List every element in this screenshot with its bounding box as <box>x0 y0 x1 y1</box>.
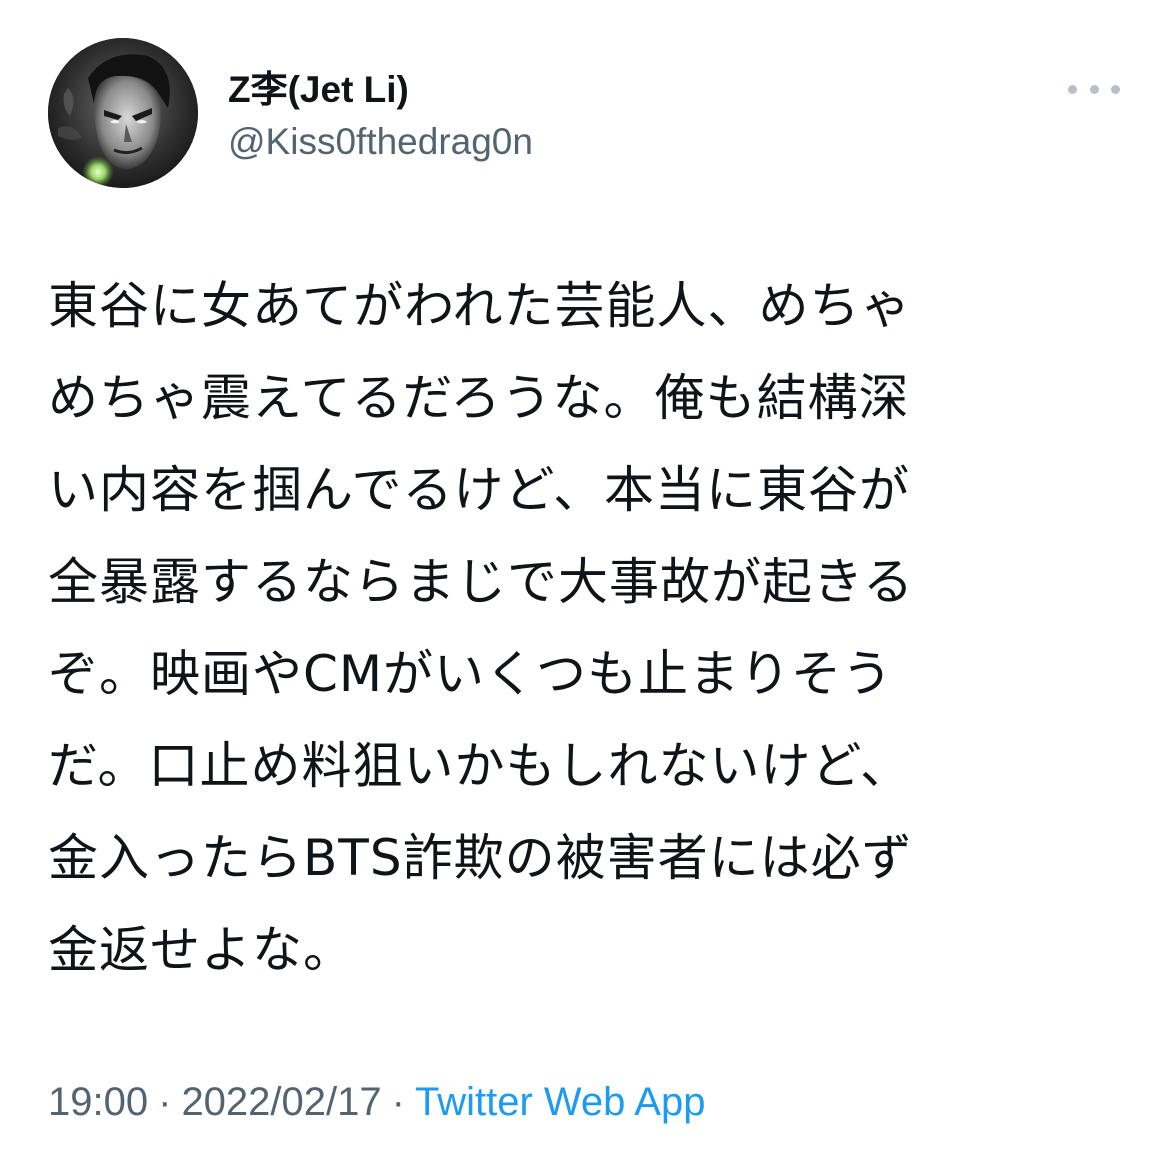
tweet-text-line: 金返せよな。 <box>48 921 354 979</box>
tweet-text-line: だ。口止め料狙いかもしれないけど、 <box>48 737 911 795</box>
meta-separator: · <box>391 1080 405 1124</box>
tweet-date[interactable]: 2022/02/17 <box>181 1080 381 1124</box>
tweet-source-link[interactable]: Twitter Web App <box>415 1080 706 1124</box>
meta-separator: · <box>158 1080 172 1124</box>
more-options-dot <box>1089 84 1099 94</box>
author-handle[interactable]: @Kiss0fthedrag0n <box>228 118 533 166</box>
tweet-text-line: めちゃ震えてるだろうな。俺も結構深 <box>48 369 910 427</box>
tweet-text: 東谷に女あてがわれた芸能人、めちゃ めちゃ震えてるだろうな。俺も結構深 い内容を… <box>48 260 1138 996</box>
more-options-dot <box>1068 84 1077 94</box>
tweet-time[interactable]: 19:00 <box>48 1080 148 1124</box>
more-options-icon[interactable] <box>1068 72 1120 106</box>
tweet-text-line: い内容を掴んでるけど、本当に東谷が <box>48 461 910 519</box>
avatar-image <box>48 38 198 188</box>
tweet-text-line: 金入ったらBTS詐欺の被害者には必ず <box>48 829 913 887</box>
author-display-name[interactable]: Z李(Jet Li) <box>228 68 409 112</box>
tweet-text-line: 全暴露するならまじで大事故が起きる <box>48 553 914 611</box>
avatar[interactable] <box>48 38 198 188</box>
tweet-text-line: 東谷に女あてがわれた芸能人、めちゃ <box>48 277 912 335</box>
tweet-text-line: ぞ。映画やCMがいくつも止まりそう <box>48 645 894 703</box>
more-options-dot <box>1111 84 1120 94</box>
tweet-metadata: 19:00 · 2022/02/17 · Twitter Web App <box>48 1076 705 1128</box>
tweet-card: Z李(Jet Li) @Kiss0fthedrag0n 東谷に女あてがわれた芸能… <box>0 0 1170 1162</box>
